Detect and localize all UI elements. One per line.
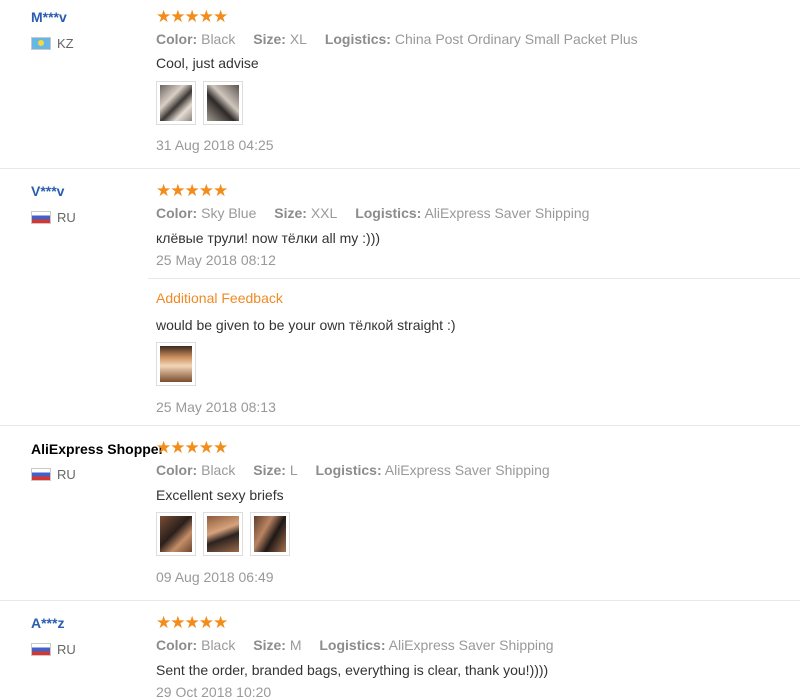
country-code: RU [57,641,76,657]
review-photos [156,512,290,556]
star-rating: ★★★★★ [156,181,228,201]
reviewer-name[interactable]: V***v [31,183,64,199]
order-info: Color: Black Size: M Logistics: AliExpre… [156,637,554,653]
country-code: KZ [57,35,74,51]
review-text: Sent the order, branded bags, everything… [156,662,549,678]
size-label: Size: [253,31,286,47]
additional-feedback-divider [148,278,800,279]
review-text: клёвые трули! now тёлки all my :))) [156,230,381,246]
order-info: Color: Black Size: L Logistics: AliExpre… [156,462,550,478]
star-rating: ★★★★★ [156,613,228,633]
logistics-value: AliExpress Saver Shipping [424,205,590,221]
review-photo-thumbnail[interactable] [156,512,196,556]
additional-feedback-photos [156,342,196,386]
review-date: 29 Oct 2018 10:20 [156,684,272,700]
size-label: Size: [253,637,286,653]
color-label: Color: [156,637,198,653]
divider [0,600,800,601]
star-rating: ★★★★★ [156,438,228,458]
additional-feedback-title: Additional Feedback [156,290,283,306]
size-value: M [289,637,302,653]
divider [0,168,800,169]
order-info: Color: Sky Blue Size: XXL Logistics: Ali… [156,205,589,221]
reviewer-country: RU [31,466,76,482]
review-date: 25 May 2018 08:12 [156,252,276,268]
ru-flag-icon [31,642,51,656]
color-value: Black [201,31,236,47]
review-photo-thumbnail[interactable] [156,81,196,125]
color-value: Black [201,462,236,478]
review-photo-thumbnail[interactable] [250,512,290,556]
size-label: Size: [274,205,307,221]
reviewer-name[interactable]: A***z [31,615,64,631]
reviewer-country: RU [31,641,76,657]
review-date: 09 Aug 2018 06:49 [156,569,274,585]
color-value: Sky Blue [201,205,257,221]
country-code: RU [57,466,76,482]
review-photos [156,81,243,125]
logistics-value: AliExpress Saver Shipping [388,637,554,653]
review-text: Cool, just advise [156,55,259,71]
size-label: Size: [253,462,286,478]
size-value: L [289,462,298,478]
additional-feedback-text: would be given to be your own тёлкой str… [156,317,456,333]
review-photo-thumbnail[interactable] [203,512,243,556]
kz-flag-icon [31,36,51,50]
logistics-label: Logistics: [324,31,391,47]
review-date: 31 Aug 2018 04:25 [156,137,274,153]
review-photo-thumbnail[interactable] [203,81,243,125]
ru-flag-icon [31,210,51,224]
logistics-value: AliExpress Saver Shipping [384,462,550,478]
logistics-label: Logistics: [355,205,422,221]
reviewer-name[interactable]: AliExpress Shopper [31,441,164,457]
size-value: XXL [310,205,338,221]
color-label: Color: [156,205,198,221]
additional-feedback-date: 25 May 2018 08:13 [156,399,276,415]
review-photo-thumbnail[interactable] [156,342,196,386]
order-info: Color: Black Size: XL Logistics: China P… [156,31,638,47]
color-label: Color: [156,31,198,47]
reviewer-country: RU [31,209,76,225]
review-text: Excellent sexy briefs [156,487,284,503]
star-rating: ★★★★★ [156,7,228,27]
size-value: XL [289,31,307,47]
reviewer-country: KZ [31,35,74,51]
country-code: RU [57,209,76,225]
logistics-label: Logistics: [319,637,386,653]
color-value: Black [201,637,236,653]
divider [0,425,800,426]
logistics-value: China Post Ordinary Small Packet Plus [394,31,638,47]
ru-flag-icon [31,467,51,481]
color-label: Color: [156,462,198,478]
reviewer-name[interactable]: M***v [31,9,67,25]
logistics-label: Logistics: [315,462,382,478]
